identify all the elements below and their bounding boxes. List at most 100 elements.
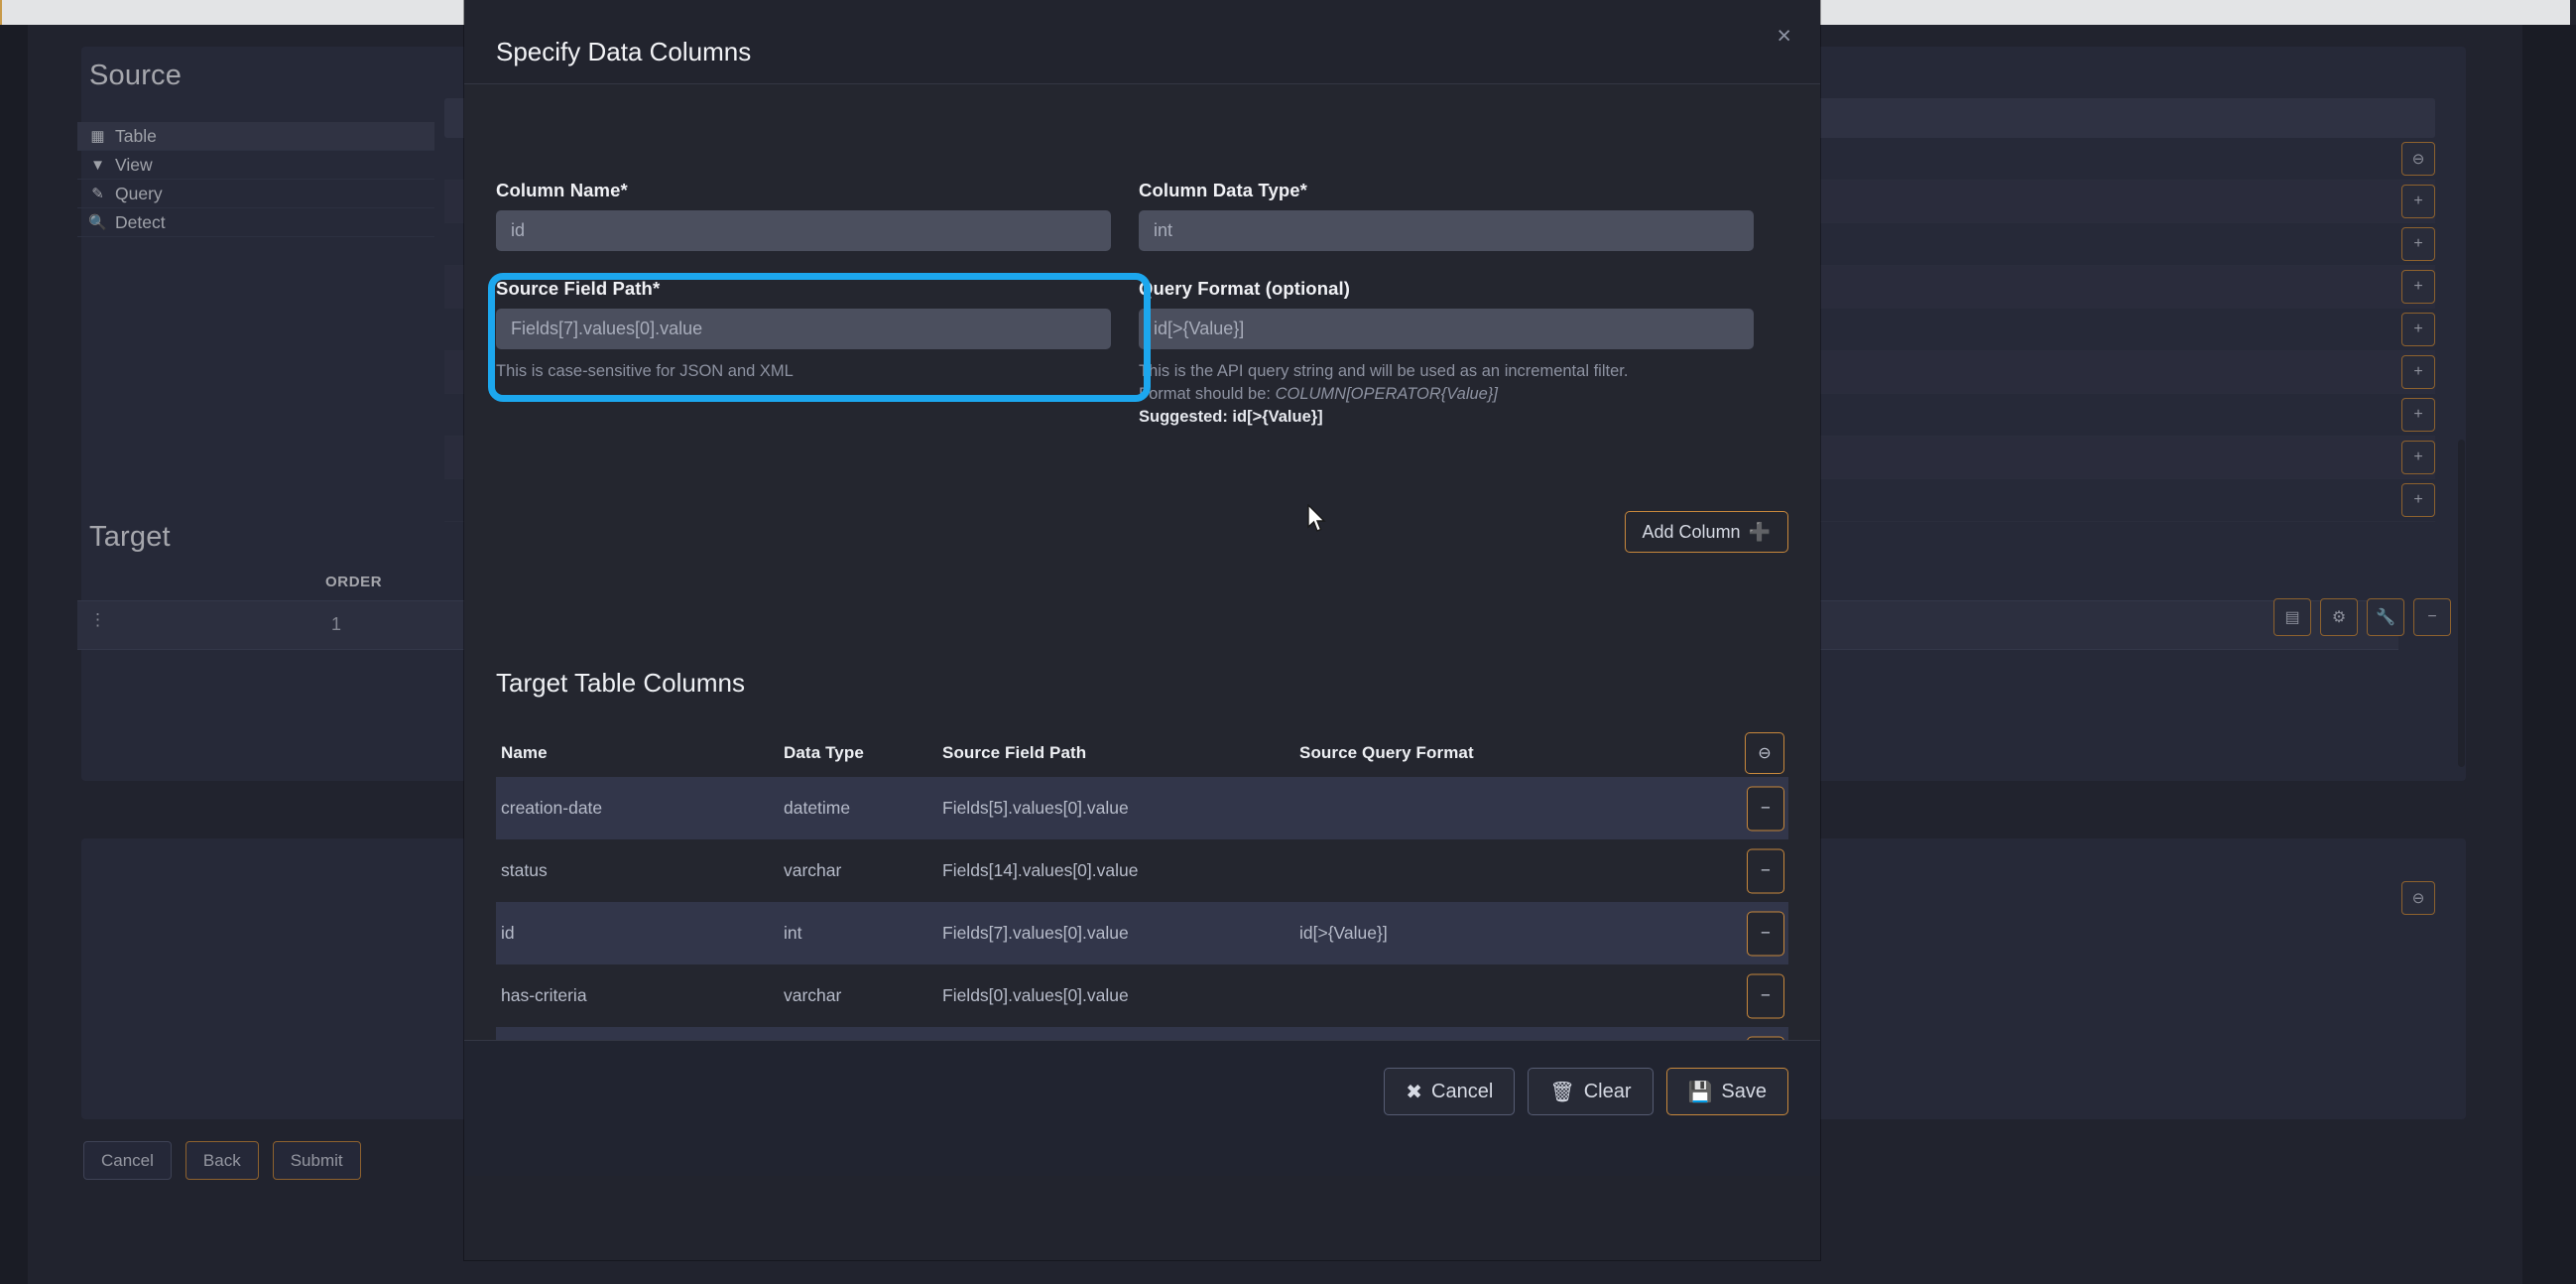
sidebar-item-label: Detect [115,211,166,232]
query-format-help-line1: This is the API query string and will be… [1139,362,1629,380]
dialog-title: Specify Data Columns [496,37,752,66]
gear-icon-button[interactable]: ⚙ [2320,598,2358,636]
column-data-type-label: Column Data Type* [1139,180,1307,200]
add-column-wrapper: Add Column ➕ [1624,511,1788,553]
target-order-header: ORDER [325,574,383,590]
plus-icon: ➕ [1748,521,1771,542]
column-header-name: Name [501,743,548,762]
dialog-clear-button[interactable]: 🗑 Clear [1528,1068,1654,1115]
form-column-right: Column Data Type* Query Format (optional… [1139,180,1754,427]
wrench-icon-button[interactable]: 🔧 [2367,598,2404,636]
remove-column-button[interactable]: − [1747,911,1784,956]
sidebar-item-detect[interactable]: 🔍 Detect [77,208,434,237]
browser-strip-right-fill [2570,0,2576,25]
circle-minus-icon-button[interactable]: ⊖ [2401,142,2435,176]
sidebar-item-view[interactable]: ▼ View [77,151,434,180]
cell-name: creation-date [501,798,603,818]
back-button[interactable]: Back [184,1141,259,1180]
add-row-button[interactable]: + [2401,441,2435,474]
target-row-tools: ▤ ⚙ 🔧 − [2273,598,2451,636]
cancel-button[interactable]: Cancel [83,1141,172,1180]
sidebar-item-table[interactable]: ▦ Table [77,122,434,151]
query-format-help-line2: Format should be: COLUMN[OPERATOR{Value}… [1139,383,1754,405]
source-panel-scrollbar[interactable] [2458,440,2465,767]
source-field-path-group: Source Field Path* This is case-sensitiv… [496,278,1111,382]
target-order-value: 1 [331,614,342,634]
table-row: status varchar Fields[14].values[0].valu… [496,839,1788,902]
search-icon: 🔍 [88,213,107,231]
target-collapse-button[interactable]: ⊖ [2401,881,2435,915]
column-header-source-field-path: Source Field Path [942,743,1087,762]
cell-name: status [501,860,548,880]
table-icon: ▦ [90,127,105,145]
target-panel-title: Target [89,521,171,553]
cell-source-field-path: Fields[0].values[0].value [942,985,1129,1005]
dialog-clear-label: Clear [1583,1080,1632,1102]
cell-source-field-path: Fields[5].values[0].value [942,798,1129,818]
sidebar-item-query[interactable]: ✎ Query [77,180,434,208]
cell-source-query-format: id[>{Value}] [1299,923,1388,943]
dialog-header: Specify Data Columns × [464,0,1820,84]
target-table-columns-title: Target Table Columns [496,668,745,698]
sidebar-item-label: Query [115,183,163,203]
cell-data-type: int [784,923,802,943]
dialog-cancel-button[interactable]: ✖ Cancel [1384,1068,1516,1115]
cell-data-type: varchar [784,985,842,1005]
cell-source-field-path: Fields[7].values[0].value [942,923,1129,943]
add-column-button[interactable]: Add Column ➕ [1624,511,1788,553]
table-header-row: Name Data Type Source Field Path Source … [496,729,1788,777]
query-format-input[interactable] [1139,309,1754,349]
column-name-group: Column Name* [496,180,1111,251]
query-format-suggested: Suggested: id[>{Value}] [1139,407,1323,426]
dialog-save-button[interactable]: 💾 Save [1665,1068,1788,1115]
remove-column-button[interactable]: − [1747,973,1784,1018]
cell-name: id [501,923,515,943]
query-format-label: Query Format (optional) [1139,278,1350,299]
sidebar-item-label: View [115,154,153,175]
query-format-help-code: COLUMN[OPERATOR{Value}] [1275,385,1498,404]
remove-all-columns-button[interactable]: ⊖ [1745,732,1784,774]
cell-data-type: varchar [784,860,842,880]
close-x-icon: ✖ [1406,1081,1423,1103]
dialog-body: Column Name* Source Field Path* This is … [464,84,1820,1176]
submit-button[interactable]: Submit [272,1141,361,1180]
edit-icon: ✎ [91,185,104,202]
add-row-button[interactable]: + [2401,313,2435,346]
filter-icon: ▼ [90,156,105,174]
query-format-group: Query Format (optional) This is the API … [1139,278,1754,427]
add-row-button[interactable]: + [2401,185,2435,218]
floppy-disk-icon: 💾 [1687,1081,1713,1103]
column-header-data-type: Data Type [784,743,864,762]
column-data-type-input[interactable] [1139,210,1754,251]
add-row-button[interactable]: + [2401,483,2435,517]
remove-column-button[interactable]: − [1747,786,1784,831]
dialog-footer-buttons: ✖ Cancel 🗑 Clear 💾 Save [1384,1068,1788,1115]
form-column-left: Column Name* Source Field Path* This is … [496,180,1111,382]
table-row: id int Fields[7].values[0].value id[>{Va… [496,902,1788,964]
trash-icon: 🗑 [1549,1081,1575,1103]
sidebar-item-label: Table [115,125,157,146]
cell-source-field-path: Fields[14].values[0].value [942,860,1139,880]
cell-name: has-criteria [501,985,587,1005]
drag-handle-icon[interactable]: ⋮ [89,611,106,628]
columns-icon-button[interactable]: ▤ [2273,598,2311,636]
query-format-help-prefix: Format should be: [1139,385,1276,404]
wizard-buttons: Cancel Back Submit [83,1141,361,1180]
add-row-button[interactable]: + [2401,270,2435,304]
source-nav-list: ▦ Table ▼ View ✎ Query 🔍 Detect [77,122,434,237]
dialog-cancel-label: Cancel [1431,1080,1494,1102]
add-column-label: Add Column [1642,521,1741,542]
column-name-input[interactable] [496,210,1111,251]
screen: Source ▦ Table ▼ View ✎ Query 🔍 Detect ⊖… [0,0,2576,1284]
add-row-button[interactable]: + [2401,355,2435,389]
source-field-path-input[interactable] [496,309,1111,349]
column-name-label: Column Name* [496,180,628,200]
remove-column-button[interactable]: − [1747,848,1784,893]
dialog-save-label: Save [1721,1080,1767,1102]
minus-icon-button[interactable]: − [2413,598,2451,636]
add-row-button[interactable]: + [2401,398,2435,432]
add-row-button[interactable]: + [2401,227,2435,261]
table-row: has-criteria varchar Fields[0].values[0]… [496,964,1788,1027]
close-icon[interactable]: × [1777,24,1791,49]
cell-data-type: datetime [784,798,851,818]
